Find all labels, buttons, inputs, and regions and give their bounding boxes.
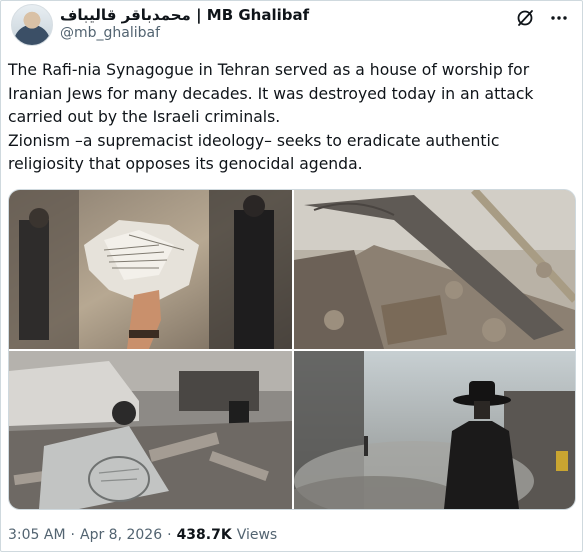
views-count: 438.7K bbox=[176, 527, 232, 543]
tweet-text: The Rafi-nia Synagogue in Tehran served … bbox=[8, 59, 576, 177]
media-photo-2[interactable] bbox=[294, 190, 575, 349]
author-avatar[interactable] bbox=[11, 4, 53, 46]
media-photo-1[interactable] bbox=[9, 190, 292, 349]
tweet-time[interactable]: 3:05 AM bbox=[8, 527, 66, 543]
tweet-meta: 3:05 AM · Apr 8, 2026 · 438.7K Views bbox=[8, 527, 277, 543]
author-handle[interactable]: @mb_ghalibaf bbox=[60, 25, 160, 41]
tweet-paragraph: Zionism –a supremacist ideology– seeks t… bbox=[8, 131, 500, 174]
tweet-actions-top bbox=[514, 7, 570, 29]
tweet-paragraph: The Rafi-nia Synagogue in Tehran served … bbox=[8, 61, 534, 126]
author-display-name[interactable]: محمدباقر قالیباف | MB Ghalibaf bbox=[60, 6, 309, 24]
tweet-date[interactable]: Apr 8, 2026 bbox=[80, 527, 162, 543]
media-photo-3[interactable] bbox=[9, 351, 292, 509]
views-label: Views bbox=[236, 527, 278, 543]
meta-separator: · bbox=[70, 527, 75, 543]
meta-separator: · bbox=[167, 527, 172, 543]
media-photo-4[interactable] bbox=[294, 351, 575, 509]
tweet-card: محمدباقر قالیباف | MB Ghalibaf @mb_ghali… bbox=[0, 0, 583, 552]
media-grid bbox=[8, 189, 576, 510]
author-name-line[interactable]: محمدباقر قالیباف | MB Ghalibaf bbox=[60, 5, 309, 25]
more-dots-icon[interactable] bbox=[548, 7, 570, 29]
grok-slash-icon[interactable] bbox=[514, 7, 536, 29]
